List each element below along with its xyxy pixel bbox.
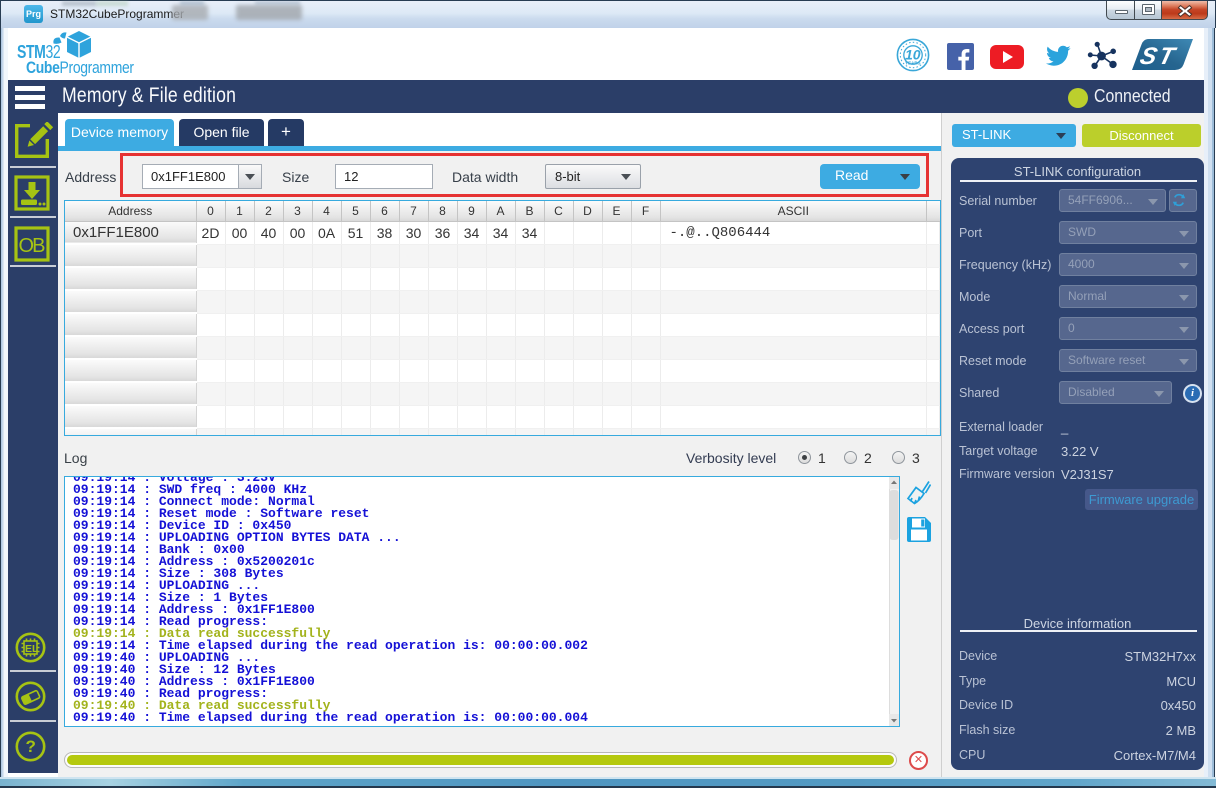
svg-text:EL: EL bbox=[25, 643, 39, 655]
svg-text:ST: ST bbox=[1137, 43, 1179, 70]
svg-text:YEARS: YEARS bbox=[905, 61, 921, 66]
svg-text:?: ? bbox=[26, 737, 36, 756]
svg-text:OB: OB bbox=[19, 235, 46, 257]
